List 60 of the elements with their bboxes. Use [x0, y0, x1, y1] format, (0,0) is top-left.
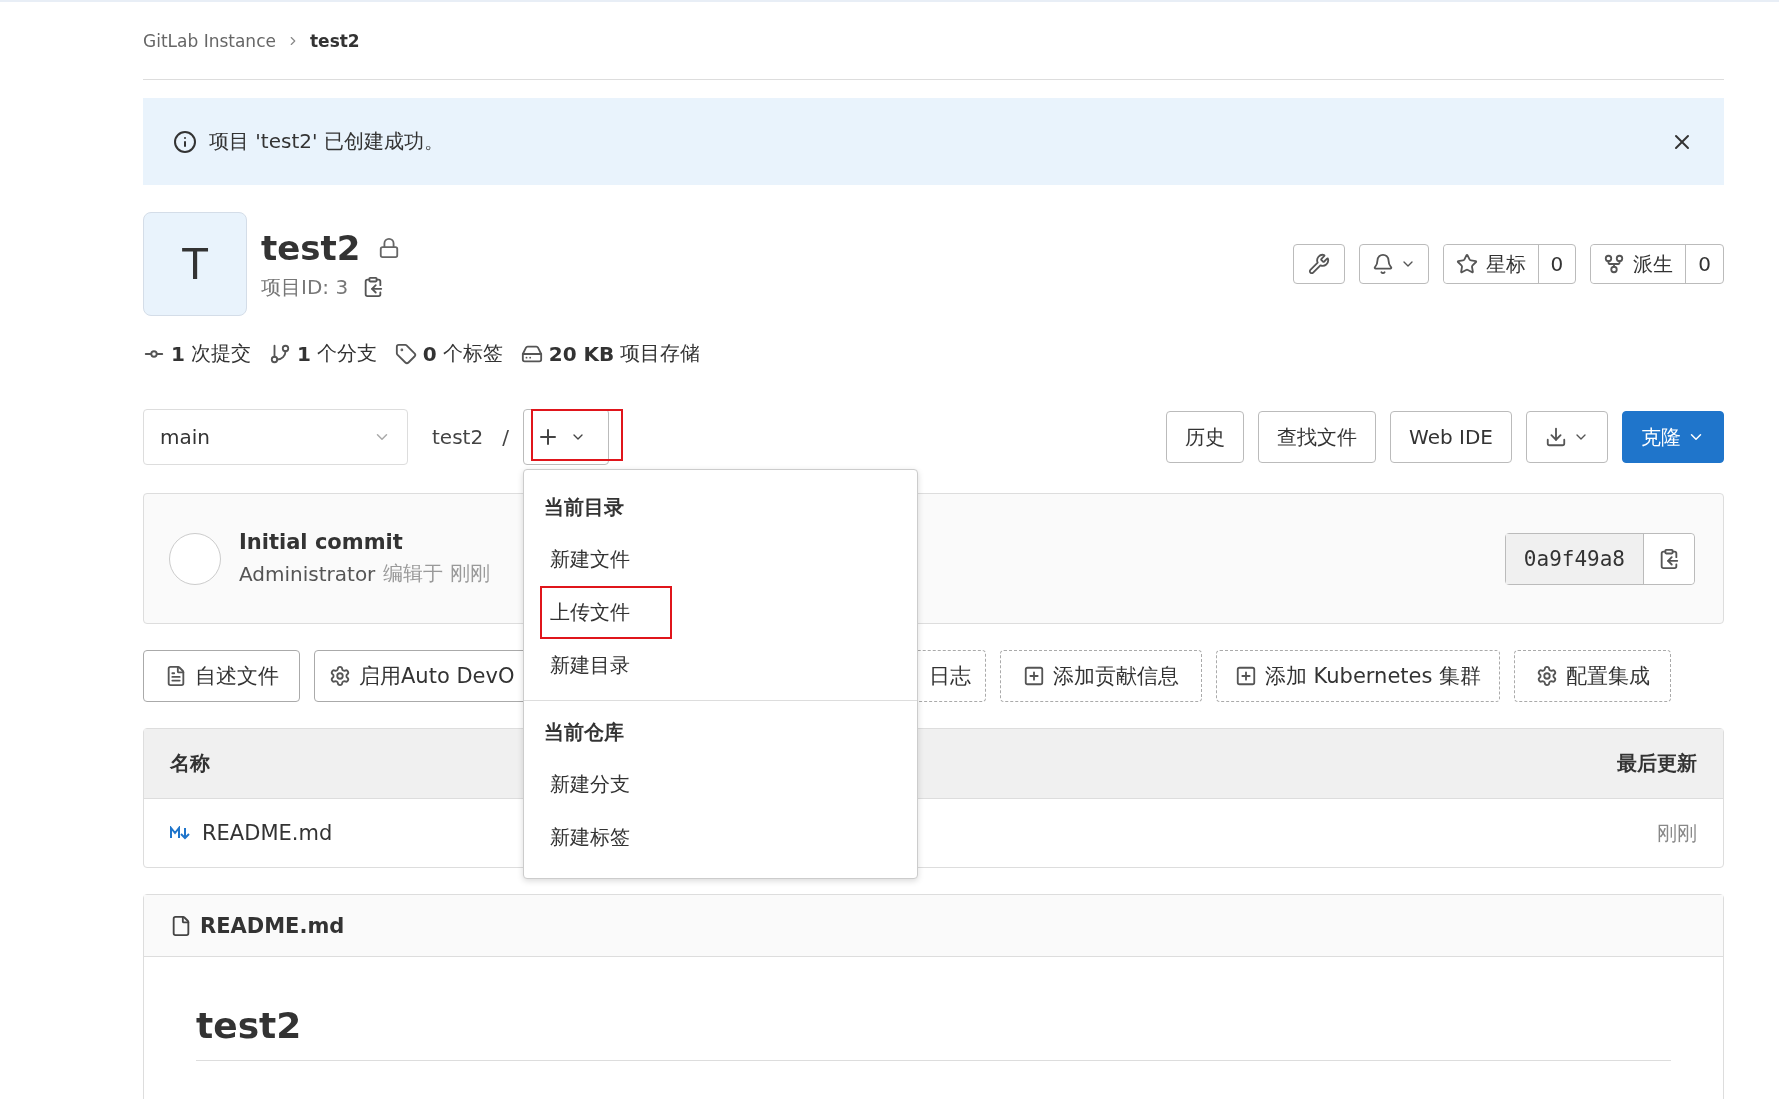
toolbar-button[interactable]: 查找文件 [1258, 411, 1377, 463]
copy-button[interactable] [1644, 533, 1694, 584]
readme-filename: README.md [200, 913, 345, 938]
gear-icon [329, 665, 351, 687]
branch-icon [268, 342, 291, 365]
commit-author[interactable]: Administrator [239, 561, 376, 586]
stat-link[interactable]: 1 个分支 [268, 340, 377, 367]
alert-message: 项目 'test2' 已创建成功。 [209, 128, 445, 155]
copy-icon[interactable] [362, 276, 385, 298]
menu-item[interactable]: 上传文件 [539, 586, 672, 639]
plus-square-icon [1234, 665, 1257, 687]
stat-link[interactable]: 0 个标签 [394, 340, 503, 367]
settings-button[interactable] [1292, 244, 1345, 284]
breadcrumb-link[interactable]: test2 [309, 30, 360, 51]
breadcrumb-link[interactable]: GitLab Instance [143, 30, 276, 51]
menu-item[interactable]: 新建文件 [539, 533, 672, 586]
star-icon [1455, 253, 1478, 275]
column-header: 名称 [170, 750, 210, 777]
menu-heading: 当前目录 [542, 494, 625, 521]
menu-item[interactable]: 新建标签 [539, 811, 672, 864]
file-link[interactable]: README.md [202, 821, 333, 845]
menu-heading: 当前仓库 [542, 719, 625, 746]
plus-square-icon [1023, 665, 1045, 687]
project-title: test2 [261, 227, 361, 268]
fork-button[interactable]: 派生 [1591, 245, 1687, 283]
stat-link[interactable]: 1 次提交 [143, 340, 251, 367]
table-cell: 刚刚 [1657, 819, 1697, 847]
commit-sha[interactable]: 0a9f49a8 [1505, 533, 1644, 584]
tag-icon [394, 342, 417, 365]
notifications-button[interactable] [1358, 244, 1429, 284]
gear-icon [1535, 665, 1558, 687]
column-header: 最后更新 [1617, 750, 1697, 777]
download-icon [1545, 426, 1567, 448]
branch-select[interactable]: main [143, 409, 408, 465]
path-breadcrumb: test2 / [432, 425, 509, 449]
fork-count: 0 [1697, 251, 1712, 278]
wrench-icon [1307, 253, 1330, 275]
copy-icon [1658, 547, 1680, 570]
file-icon [170, 914, 192, 937]
star-button[interactable]: 星标 [1443, 245, 1539, 283]
quick-action-button[interactable]: 配置集成 [1514, 650, 1671, 702]
stat-link[interactable]: 20 KB 项目存储 [520, 340, 701, 367]
commit-meta: 编辑于 刚刚 [383, 560, 490, 587]
quick-action-button[interactable]: 自述文件 [143, 650, 300, 702]
project-id: 项目ID: 3 [261, 273, 349, 301]
quick-action-button[interactable]: 添加贡献信息 [1000, 650, 1202, 702]
readme-heading: test2 [196, 1005, 1671, 1061]
menu-item[interactable]: 新建分支 [539, 758, 672, 811]
star-count: 0 [1549, 251, 1565, 278]
info-icon [173, 129, 197, 154]
quick-action-button[interactable]: 添加 Kubernetes 集群 [1216, 650, 1500, 702]
download-button[interactable] [1526, 411, 1608, 463]
lock-icon [378, 236, 401, 259]
project-avatar: T [143, 212, 247, 316]
bell-icon [1371, 253, 1394, 275]
add-dropdown-button[interactable] [522, 409, 609, 465]
toolbar-button[interactable]: Web IDE [1390, 411, 1512, 463]
clone-button[interactable]: 克隆 [1622, 411, 1724, 463]
toolbar-button[interactable]: 历史 [1166, 411, 1245, 463]
fork-icon [1603, 253, 1626, 275]
